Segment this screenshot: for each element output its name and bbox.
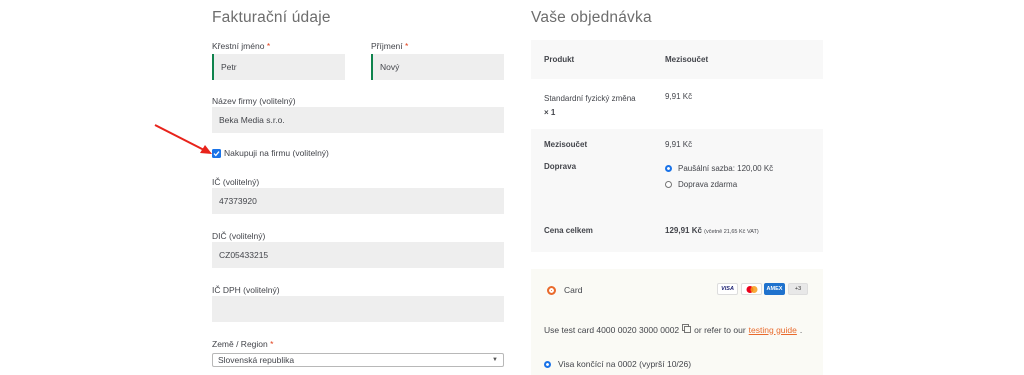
shipping-label: Doprava — [544, 162, 577, 171]
ico-input[interactable]: 47373920 — [212, 188, 504, 214]
shipping-option-free[interactable]: Doprava zdarma — [665, 177, 823, 191]
subtotal-label: Mezisoučet — [544, 139, 588, 149]
test-text-suffix: . — [799, 324, 803, 335]
order-title: Vaše objednávka — [531, 9, 652, 26]
total-label: Cena celkem — [544, 226, 593, 235]
total-value: 129,91 Kč — [665, 226, 702, 235]
subtotal-value: 9,91 Kč — [665, 139, 693, 149]
order-item-row: Standardní fyzický změna × 1 9,91 Kč — [531, 79, 823, 129]
shipping-options: Paušální sazba: 120,00 Kč Doprava zdarma — [665, 162, 823, 209]
ico-label: IČ (volitelný) — [212, 177, 260, 187]
copy-icon[interactable] — [682, 324, 692, 335]
shipping-option1-label: Paušální sazba: 120,00 Kč — [678, 163, 774, 173]
order-table: Produkt Mezisoučet Standardní fyzický zm… — [531, 40, 823, 252]
country-label: Země / Region * — [212, 339, 273, 349]
order-item-cell: Standardní fyzický změna × 1 — [531, 92, 665, 129]
country-label-text: Země / Region — [212, 339, 268, 349]
buy-as-company-label: Nakupuji na firmu (volitelný) — [224, 148, 329, 158]
last-name-value: Nový — [380, 62, 400, 72]
icdph-input[interactable] — [212, 296, 504, 322]
payment-method-label: Card — [564, 285, 583, 295]
testing-guide-link[interactable]: testing guide — [749, 325, 797, 335]
annotation-arrow-icon — [154, 124, 212, 154]
last-name-input[interactable]: Nový — [371, 54, 504, 80]
total-cell: 129,91 Kč (včetně 21,65 Kč VAT) — [665, 226, 823, 235]
saved-card-label: Visa končící na 0002 (vyprší 10/26) — [558, 359, 692, 369]
payment-box: Card VISA AMEX +3 Use test card 4000 002… — [531, 269, 823, 375]
country-select[interactable]: Slovenská republika ▼ — [212, 353, 504, 367]
dic-label: DIČ (volitelný) — [212, 231, 266, 241]
required-mark: * — [266, 41, 271, 51]
mastercard-icon — [741, 283, 762, 295]
visa-icon: VISA — [717, 283, 738, 295]
shipping-row: Doprava Paušální sazba: 120,00 Kč Doprav… — [531, 159, 823, 209]
total-vat-note: (včetně 21,65 Kč VAT) — [704, 229, 759, 235]
radio-selected-icon[interactable] — [547, 285, 556, 295]
test-text-middle: or refer to our — [694, 324, 746, 335]
first-name-label-text: Křestní jméno — [212, 41, 265, 51]
subtotal-row: Mezisoučet 9,91 Kč — [531, 129, 823, 159]
radio-selected-icon[interactable] — [544, 360, 551, 368]
first-name-input[interactable]: Petr — [212, 54, 345, 80]
shipping-option-flat[interactable]: Paušální sazba: 120,00 Kč — [665, 162, 823, 174]
company-label: Název firmy (volitelný) — [212, 96, 296, 106]
billing-title: Fakturační údaje — [212, 9, 331, 26]
buy-as-company-checkbox-row[interactable]: Nakupuji na firmu (volitelný) — [212, 148, 329, 158]
dropdown-arrow-icon: ▼ — [492, 357, 498, 363]
radio-empty-icon[interactable] — [665, 180, 672, 188]
required-mark: * — [270, 339, 274, 349]
dic-value: CZ05433215 — [219, 250, 269, 260]
item-price: 9,91 Kč — [665, 92, 693, 101]
first-name-label: Křestní jméno * — [212, 41, 270, 51]
dic-input[interactable]: CZ05433215 — [212, 242, 504, 268]
required-mark: * — [405, 41, 409, 51]
more-cards-badge: +3 — [788, 283, 808, 295]
shipping-option2-label: Doprava zdarma — [678, 179, 738, 189]
order-table-header: Produkt Mezisoučet — [531, 40, 823, 79]
ico-value: 47373920 — [219, 196, 257, 206]
payment-method-card[interactable]: Card — [547, 285, 582, 295]
radio-selected-icon[interactable] — [665, 164, 672, 172]
item-qty: × 1 — [544, 108, 556, 117]
item-name: Standardní fyzický změna — [544, 94, 636, 103]
icdph-label: IČ DPH (volitelný) — [212, 285, 280, 295]
last-name-label: Příjmení * — [371, 41, 408, 51]
company-value: Beka Media s.r.o. — [219, 115, 285, 125]
first-name-value: Petr — [221, 62, 237, 72]
saved-card-option[interactable]: Visa končící na 0002 (vyprší 10/26) — [544, 359, 691, 369]
last-name-label-text: Příjmení — [371, 41, 403, 51]
checkbox-checked-icon[interactable] — [212, 148, 221, 158]
total-row: Cena celkem 129,91 Kč (včetně 21,65 Kč V… — [531, 209, 823, 252]
col-subtotal: Mezisoučet — [665, 55, 709, 64]
amex-icon: AMEX — [764, 283, 785, 295]
country-value: Slovenská republika — [218, 355, 295, 365]
col-product: Produkt — [544, 55, 575, 64]
test-card-note: Use test card 4000 0020 3000 0002 or ref… — [544, 324, 802, 335]
test-text-prefix: Use test card 4000 0020 3000 0002 — [544, 324, 680, 335]
company-input[interactable]: Beka Media s.r.o. — [212, 107, 504, 133]
